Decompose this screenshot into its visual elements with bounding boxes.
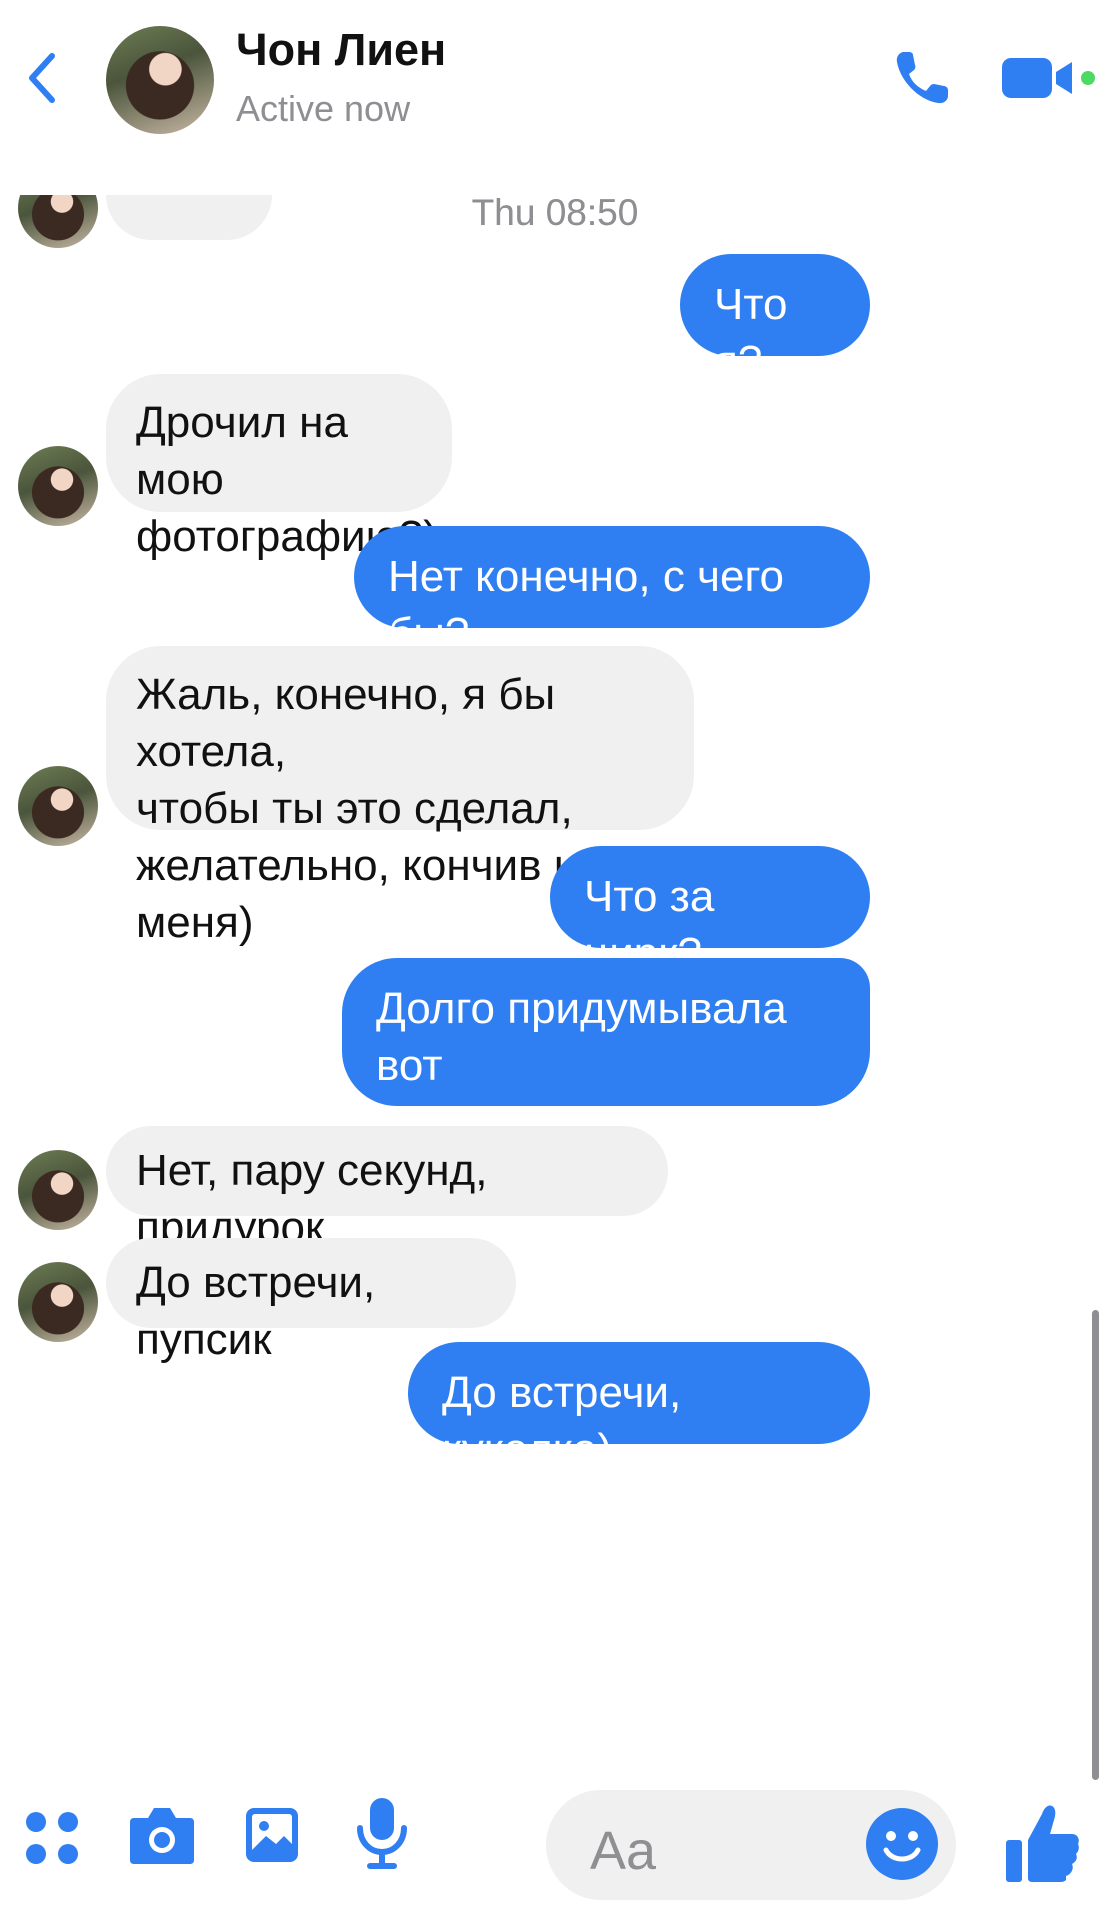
- message-input-placeholder: Aa: [590, 1821, 657, 1881]
- incoming-message[interactable]: До встречи, пупсик: [106, 1238, 516, 1364]
- four-dots-icon[interactable]: [24, 1810, 80, 1866]
- scroll-mask: [0, 150, 1110, 195]
- video-camera-icon[interactable]: [1000, 52, 1096, 104]
- incoming-message[interactable]: Дрочил на мою фотографию?): [106, 374, 452, 561]
- contact-status: Active now: [236, 88, 411, 129]
- sender-avatar[interactable]: [18, 446, 98, 526]
- sender-avatar[interactable]: [18, 766, 98, 846]
- outgoing-message[interactable]: Нет конечно, с чего бы?: [354, 526, 870, 658]
- outgoing-message[interactable]: Что за цирк?: [550, 846, 870, 978]
- image-icon[interactable]: [244, 1806, 300, 1864]
- outgoing-message[interactable]: Долго придумывала вот это вот: [342, 958, 870, 1147]
- emoji-icon[interactable]: [864, 1806, 940, 1882]
- chevron-left-icon[interactable]: [22, 48, 62, 108]
- message-timestamp-overlay: Thu 08:50: [471, 192, 639, 233]
- contact-avatar[interactable]: [106, 26, 214, 134]
- incoming-message[interactable]: Нет, пару секунд, придурок: [106, 1126, 668, 1252]
- sender-avatar[interactable]: [18, 1262, 98, 1342]
- thumbs-up-icon[interactable]: [1004, 1800, 1080, 1886]
- chat-header: Чон Лиен Active now: [0, 0, 1110, 170]
- camera-icon[interactable]: [128, 1804, 196, 1866]
- phone-icon[interactable]: [890, 46, 954, 110]
- microphone-icon[interactable]: [356, 1796, 408, 1870]
- outgoing-message[interactable]: Что я?: [680, 254, 870, 386]
- incoming-message[interactable]: Жаль, конечно, я бы хотела, чтобы ты это…: [106, 646, 694, 947]
- contact-name[interactable]: Чон Лиен: [236, 24, 446, 76]
- scrollbar[interactable]: [1092, 1310, 1099, 1780]
- sender-avatar[interactable]: [18, 1150, 98, 1230]
- outgoing-message[interactable]: До встречи, куколка): [408, 1342, 870, 1474]
